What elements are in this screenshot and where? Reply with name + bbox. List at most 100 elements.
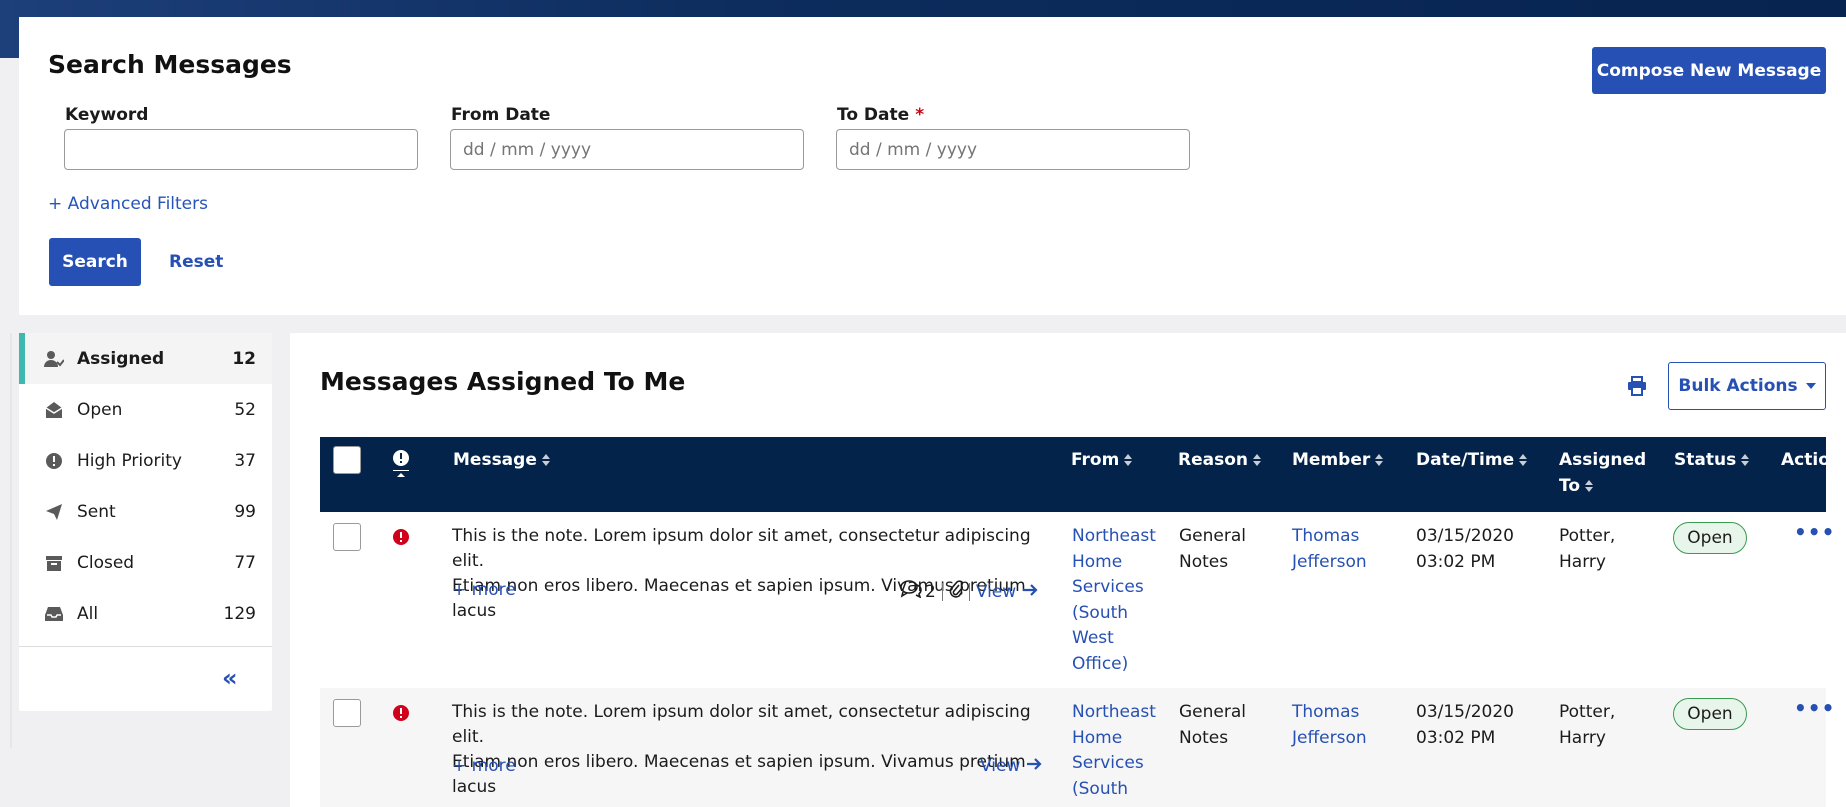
sidebar-item-label: Closed [77, 552, 135, 573]
sidebar-item-label: Sent [77, 501, 116, 522]
keyword-label: Keyword [65, 105, 149, 125]
paperclip-icon [949, 580, 965, 603]
priority-header-icon [393, 450, 409, 477]
search-button[interactable]: Search [49, 238, 141, 286]
reason-text: General Notes [1179, 702, 1246, 748]
assigned-to-text: Potter, Harry [1559, 702, 1616, 748]
column-assigned-to[interactable]: Assigned To [1559, 447, 1646, 499]
sidebar-item-count: 12 [232, 348, 256, 369]
print-icon[interactable] [1627, 376, 1649, 398]
row-checkbox[interactable] [333, 523, 361, 551]
meta-separator [968, 582, 970, 601]
view-link[interactable]: View [976, 582, 1016, 602]
exclamation-circle-icon [43, 450, 65, 472]
priority-sort-header[interactable] [391, 450, 411, 484]
collapse-sidebar-button[interactable]: « [222, 664, 238, 692]
sidebar-item-label: Open [77, 399, 123, 420]
status-badge: Open [1673, 698, 1747, 730]
arrow-right-icon [1022, 582, 1038, 602]
table-header: Message From Reason Member Date/Time Ass… [320, 437, 1830, 512]
sidebar-item-all[interactable]: All 129 [19, 588, 272, 639]
more-link[interactable]: + more [452, 756, 516, 776]
to-date-label: To Date * [837, 105, 925, 125]
sidebar-item-label: Assigned [77, 348, 165, 369]
table-row: This is the note. Lorem ipsum dolor sit … [320, 512, 1834, 688]
bulk-actions-label: Bulk Actions [1678, 376, 1798, 396]
sidebar-item-count: 129 [223, 603, 256, 624]
row-actions-menu[interactable]: ••• [1794, 520, 1835, 544]
datetime-text: 03/15/2020 03:02 PM [1416, 526, 1514, 572]
double-chevron-left-icon: « [222, 664, 238, 692]
reset-button[interactable]: Reset [169, 252, 223, 272]
sidebar-item-label: High Priority [77, 450, 182, 471]
member-link[interactable]: Thomas Jefferson [1292, 700, 1367, 751]
sidebar-item-count: 52 [234, 399, 256, 420]
sidebar-item-sent[interactable]: Sent 99 [19, 486, 272, 537]
column-member[interactable]: Member [1292, 447, 1384, 473]
sidebar-item-count: 37 [234, 450, 256, 471]
sort-icon [1519, 454, 1528, 466]
required-marker: * [915, 105, 925, 125]
assigned-to-text: Potter, Harry [1559, 526, 1616, 572]
sidebar-item-closed[interactable]: Closed 77 [19, 537, 272, 588]
sidebar-item-label: All [77, 603, 99, 624]
row-actions-menu[interactable]: ••• [1794, 696, 1835, 720]
reason-text: General Notes [1179, 526, 1246, 572]
select-all-checkbox[interactable] [333, 446, 361, 474]
arrow-right-icon [1026, 756, 1042, 776]
meta-separator [941, 582, 943, 601]
comment-count: 2 [925, 581, 936, 602]
sidebar-item-assigned[interactable]: Assigned 12 [19, 333, 272, 384]
from-date-label: From Date [451, 105, 551, 125]
message-text: This is the note. Lorem ipsum dolor sit … [452, 526, 1031, 621]
member-link[interactable]: Thomas Jefferson [1292, 524, 1367, 575]
from-link[interactable]: Northeast Home Services (South West Office) [1072, 524, 1156, 677]
compose-new-message-button[interactable]: Compose New Message [1592, 47, 1826, 94]
sidebar-item-count: 99 [234, 501, 256, 522]
sort-icon [1253, 454, 1261, 466]
message-meta: 2 View [900, 580, 1038, 603]
sidebar-item-open[interactable]: Open 52 [19, 384, 272, 435]
column-actions: Actio [1781, 450, 1830, 470]
datetime-text: 03/15/2020 03:02 PM [1416, 702, 1514, 748]
sort-icon [1585, 480, 1594, 492]
column-message[interactable]: Message [453, 447, 551, 473]
column-from[interactable]: From [1071, 447, 1133, 473]
sidebar-item-high-priority[interactable]: High Priority 37 [19, 435, 272, 486]
sort-icon [1375, 454, 1384, 466]
from-date-input[interactable] [450, 129, 804, 170]
bulk-actions-dropdown[interactable]: Bulk Actions [1668, 362, 1826, 410]
envelope-open-icon [43, 399, 65, 421]
high-priority-icon [392, 704, 410, 726]
keyword-input[interactable] [64, 129, 418, 170]
column-status[interactable]: Status [1674, 447, 1750, 473]
sort-icon [1741, 454, 1750, 466]
sort-icon [1124, 454, 1133, 466]
message-folders-sidebar: Assigned 12 Open 52 High Priority 37 Sen… [19, 333, 272, 711]
column-reason[interactable]: Reason [1178, 447, 1262, 473]
message-meta: View [980, 756, 1042, 776]
sidebar-item-count: 77 [234, 552, 256, 573]
status-badge: Open [1673, 522, 1747, 554]
view-link[interactable]: View [980, 756, 1020, 776]
sidebar-shadow [10, 333, 12, 748]
from-link[interactable]: Northeast Home Services (South [1072, 700, 1156, 802]
sort-icon [541, 454, 550, 466]
user-assigned-icon [43, 348, 65, 370]
column-datetime[interactable]: Date/Time [1416, 447, 1528, 473]
more-link[interactable]: + more [452, 580, 516, 600]
advanced-filters-link[interactable]: + Advanced Filters [48, 194, 208, 214]
message-text: This is the note. Lorem ipsum dolor sit … [452, 702, 1031, 797]
paper-plane-icon [43, 501, 65, 523]
table-row: This is the note. Lorem ipsum dolor sit … [320, 688, 1834, 807]
to-date-input[interactable] [836, 129, 1190, 170]
high-priority-icon [392, 528, 410, 550]
page-title: Messages Assigned To Me [320, 367, 686, 396]
comments-icon [900, 580, 922, 603]
search-title: Search Messages [48, 50, 292, 79]
caret-down-icon [1805, 383, 1816, 389]
archive-icon [43, 552, 65, 574]
row-checkbox[interactable] [333, 699, 361, 727]
inbox-icon [43, 603, 65, 625]
sidebar-divider [19, 646, 272, 647]
